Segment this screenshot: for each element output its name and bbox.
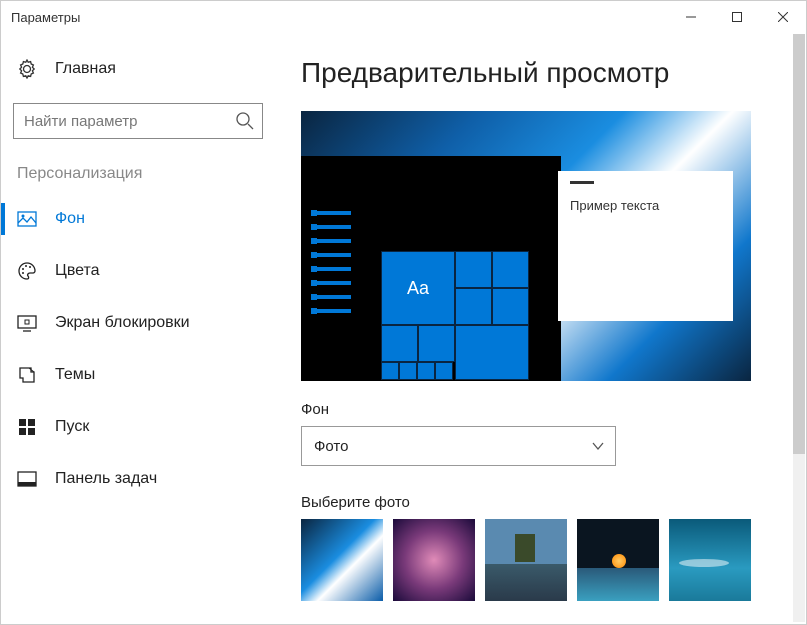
photo-thumb-2[interactable] [393,519,475,601]
taskbar-icon [17,469,37,489]
maximize-button[interactable] [714,1,760,33]
sidebar-item-background[interactable]: Фон [1,193,281,245]
window-title: Параметры [11,10,80,25]
preview-applist [311,211,351,323]
preview-tile-aa: Aa [381,251,455,325]
image-icon [17,209,37,229]
photo-thumb-5[interactable] [669,519,751,601]
sidebar-item-lockscreen[interactable]: Экран блокировки [1,297,281,349]
sidebar: Главная Персонализация Фон [1,33,281,624]
sidebar-item-themes[interactable]: Темы [1,349,281,401]
preview-sample-text: Пример текста [570,198,721,213]
sidebar-item-label: Цвета [55,262,100,280]
desktop-preview: Aa [301,111,751,381]
home-label: Главная [55,60,116,78]
preview-tiles: Aa [381,251,536,380]
home-link[interactable]: Главная [1,47,281,91]
palette-icon [17,261,37,281]
lock-screen-icon [17,313,37,333]
titlebar: Параметры [1,1,806,33]
preview-start-panel: Aa [301,156,561,381]
start-icon [17,417,37,437]
section-label: Персонализация [1,139,281,193]
sidebar-item-label: Фон [55,210,85,228]
sidebar-item-label: Темы [55,366,95,384]
photo-thumb-1[interactable] [301,519,383,601]
photo-thumb-4[interactable] [577,519,659,601]
page-title: Предварительный просмотр [301,57,786,89]
minimize-button[interactable] [668,1,714,33]
sidebar-item-label: Экран блокировки [55,314,190,332]
background-label: Фон [301,401,786,418]
themes-icon [17,365,37,385]
chevron-down-icon [591,439,605,453]
background-select[interactable]: Фото [301,426,616,466]
gear-icon [17,59,37,79]
search-input[interactable] [13,103,263,139]
search-box[interactable] [13,103,263,139]
sidebar-item-start[interactable]: Пуск [1,401,281,453]
main-content: Предварительный просмотр Aa [281,33,806,624]
photo-thumbnails [301,519,786,601]
sidebar-item-taskbar[interactable]: Панель задач [1,453,281,505]
sidebar-item-colors[interactable]: Цвета [1,245,281,297]
sidebar-item-label: Пуск [55,418,89,436]
settings-window: Параметры Главная [0,0,807,625]
sidebar-item-label: Панель задач [55,470,157,488]
preview-sample-window: Пример текста [558,171,733,321]
close-button[interactable] [760,1,806,33]
choose-photo-label: Выберите фото [301,494,786,511]
search-icon [235,111,255,131]
background-select-value: Фото [314,438,348,455]
photo-thumb-3[interactable] [485,519,567,601]
